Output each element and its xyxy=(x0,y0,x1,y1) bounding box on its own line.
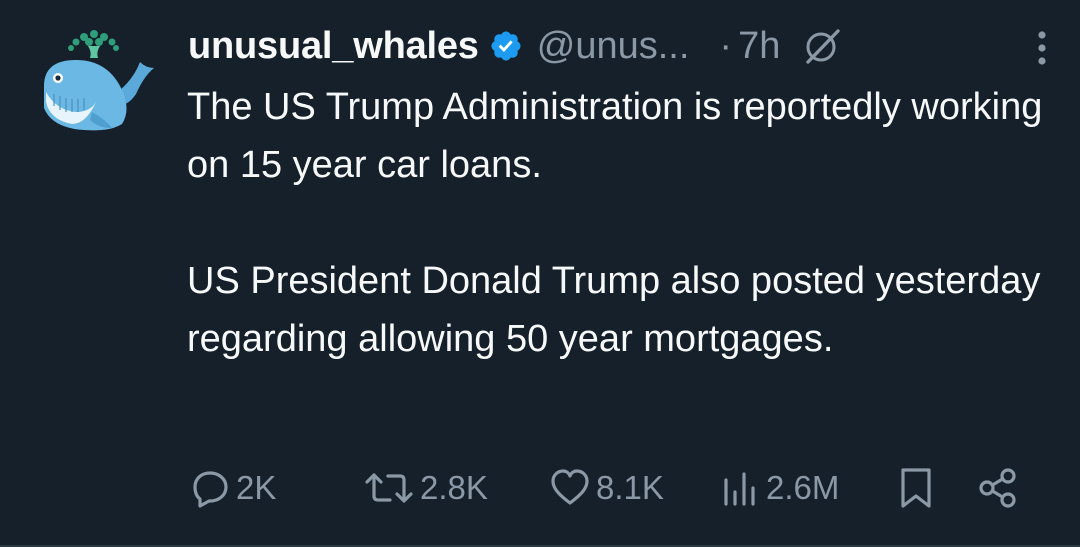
author-name[interactable]: unusual_whales xyxy=(188,25,479,68)
avatar[interactable] xyxy=(36,28,154,138)
reply-icon xyxy=(193,471,228,508)
time-separator: · xyxy=(719,24,733,67)
repost-button[interactable]: 2.8K xyxy=(362,462,488,514)
views-count: 2.6M xyxy=(766,469,840,506)
like-count: 8.1K xyxy=(596,469,664,506)
reply-count: 2K xyxy=(236,469,277,506)
reply-button[interactable]: 2K xyxy=(186,462,276,514)
share-button[interactable] xyxy=(976,462,1020,514)
tweet-paragraph: US President Donald Trump also posted ye… xyxy=(187,260,1041,360)
like-button[interactable]: 8.1K xyxy=(548,462,664,514)
tweet-paragraph: The US Trump Administration is reportedl… xyxy=(187,86,1043,186)
heart-icon xyxy=(551,469,589,505)
author-handle[interactable]: @unus... xyxy=(537,25,690,68)
grok-icon[interactable] xyxy=(802,26,842,66)
tweet-text: The US Trump Administration is reportedl… xyxy=(187,78,1047,368)
bookmark-button[interactable] xyxy=(896,462,936,514)
verified-badge-icon xyxy=(491,31,521,61)
repost-count: 2.8K xyxy=(420,469,488,506)
tweet-header: unusual_whales @unus... · 7h xyxy=(188,20,1050,72)
repost-icon xyxy=(365,473,413,503)
tweet-time[interactable]: 7h xyxy=(738,25,780,68)
more-vertical-icon[interactable] xyxy=(1034,28,1050,68)
share-icon xyxy=(979,468,1016,508)
bookmark-icon xyxy=(901,468,931,508)
whale-avatar-icon xyxy=(44,30,154,131)
views-button[interactable]: 2.6M xyxy=(718,462,839,514)
tweet-actions: 2K 2.8K 8.1K 2.6M xyxy=(186,462,1028,514)
views-chart-icon xyxy=(724,472,755,506)
